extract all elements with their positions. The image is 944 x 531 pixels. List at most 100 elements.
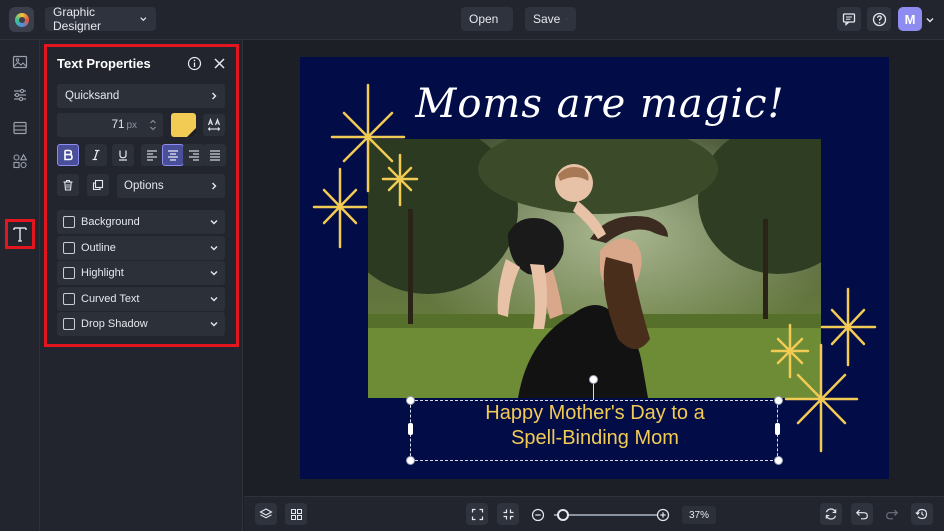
collapse-icon (503, 509, 513, 519)
undo-button[interactable] (851, 503, 873, 525)
delete-button[interactable] (57, 174, 79, 196)
close-icon[interactable] (213, 57, 226, 70)
zoom-value-field[interactable]: 37% (682, 506, 716, 524)
rotate-handle[interactable] (589, 375, 598, 384)
align-left-button[interactable] (141, 144, 163, 166)
bold-button[interactable] (57, 144, 79, 166)
swatch-corner (187, 128, 196, 137)
section-outline[interactable]: Outline (57, 236, 225, 260)
user-avatar[interactable]: M (898, 7, 922, 31)
sparkle-icon (381, 153, 419, 207)
options-button[interactable]: Options (117, 174, 225, 198)
grid-button[interactable] (285, 503, 307, 525)
logo-icon (14, 12, 29, 27)
expand-icon (471, 508, 483, 520)
zoom-slider-handle[interactable] (557, 509, 569, 521)
chevron-down-icon (566, 18, 568, 20)
section-label: Highlight (81, 267, 124, 279)
grid-icon (290, 508, 302, 520)
section-label: Drop Shadow (81, 318, 148, 330)
chevron-down-icon (504, 18, 505, 20)
panel-title: Text Properties (57, 56, 151, 71)
shapes-icon (13, 153, 28, 169)
font-family-selector[interactable]: Quicksand (57, 84, 225, 108)
avatar-initial: M (904, 11, 916, 27)
redo-button[interactable] (881, 503, 903, 525)
chevron-down-icon (210, 322, 218, 327)
section-curved-text[interactable]: Curved Text (57, 287, 225, 311)
history-button[interactable] (911, 503, 933, 525)
chevron-down-icon (210, 271, 218, 276)
underline-button[interactable] (112, 144, 134, 166)
fit-screen-button[interactable] (466, 503, 488, 525)
drop-shadow-checkbox[interactable] (63, 318, 75, 330)
background-checkbox[interactable] (63, 216, 75, 228)
rail-item-graphics[interactable] (7, 148, 33, 174)
section-highlight[interactable]: Highlight (57, 261, 225, 285)
align-right-button[interactable] (183, 144, 205, 166)
design-canvas[interactable]: Moms are magic! Happy Mother's Day to a … (300, 57, 889, 479)
headline-text[interactable]: Moms are magic! (410, 81, 790, 127)
rail-item-adjustments[interactable] (7, 82, 33, 108)
help-button[interactable] (867, 7, 891, 31)
text-properties-panel: Text Properties Quicksand 71 px Options … (44, 44, 239, 347)
font-size-value: 71 (111, 119, 125, 131)
duplicate-icon (92, 179, 104, 191)
refresh-button[interactable] (820, 503, 842, 525)
sparkle-icon (312, 167, 368, 249)
resize-handle-bottom-left[interactable] (406, 456, 415, 465)
highlight-checkbox[interactable] (63, 267, 75, 279)
open-button[interactable]: Open (461, 7, 513, 31)
chevron-down-icon (210, 297, 218, 302)
trash-icon (63, 180, 73, 191)
section-label: Background (81, 216, 140, 228)
chevron-down-icon[interactable] (925, 15, 935, 25)
text-icon (13, 227, 27, 242)
stepper-icon[interactable] (149, 117, 157, 133)
text-color-swatch[interactable] (171, 113, 196, 137)
top-bar: Graphic Designer Open Save M (0, 0, 944, 40)
chevron-down-icon (140, 17, 147, 22)
align-center-icon (168, 150, 178, 161)
section-background[interactable]: Background (57, 210, 225, 234)
save-button[interactable]: Save (525, 7, 576, 31)
zoom-out-icon[interactable] (531, 508, 545, 522)
resize-handle-bottom-right[interactable] (774, 456, 783, 465)
refresh-icon (825, 508, 837, 520)
subtitle-line-1: Happy Mother's Day to a (485, 402, 705, 424)
duplicate-button[interactable] (87, 174, 109, 196)
zoom-value: 37 (688, 509, 701, 521)
rail-item-images[interactable] (7, 49, 33, 75)
layers-icon (259, 508, 273, 519)
sparkle-icon (770, 323, 810, 379)
layers-button[interactable] (255, 503, 277, 525)
align-justify-icon (210, 150, 220, 161)
font-size-unit: px (126, 119, 137, 131)
align-justify-button[interactable] (204, 144, 226, 166)
rail-item-layout[interactable] (7, 115, 33, 141)
italic-button[interactable] (85, 144, 107, 166)
shrink-button[interactable] (497, 503, 519, 525)
subtitle-line-2: Spell-Binding Mom (511, 427, 679, 449)
comments-button[interactable] (837, 7, 861, 31)
subtitle-text[interactable]: Happy Mother's Day to a Spell-Binding Mo… (412, 401, 778, 451)
rail-item-text[interactable] (5, 219, 35, 249)
sparkle-icon (784, 343, 859, 453)
section-drop-shadow[interactable]: Drop Shadow (57, 312, 225, 336)
outline-checkbox[interactable] (63, 242, 75, 254)
mode-dropdown[interactable]: Graphic Designer (45, 5, 156, 33)
sparkle-icon (330, 83, 406, 193)
align-right-icon (189, 150, 199, 161)
align-center-button[interactable] (162, 144, 184, 166)
chevron-down-icon (210, 246, 218, 251)
italic-icon (92, 149, 100, 161)
text-spacing-button[interactable] (203, 114, 225, 136)
curved-text-checkbox[interactable] (63, 293, 75, 305)
underline-icon (119, 150, 127, 161)
zoom-in-icon[interactable] (656, 508, 670, 522)
app-logo[interactable] (9, 7, 34, 32)
layout-icon (13, 121, 27, 135)
info-icon[interactable] (187, 56, 202, 71)
font-size-input[interactable]: 71 px (57, 113, 163, 137)
zoom-slider-track[interactable] (554, 514, 658, 516)
